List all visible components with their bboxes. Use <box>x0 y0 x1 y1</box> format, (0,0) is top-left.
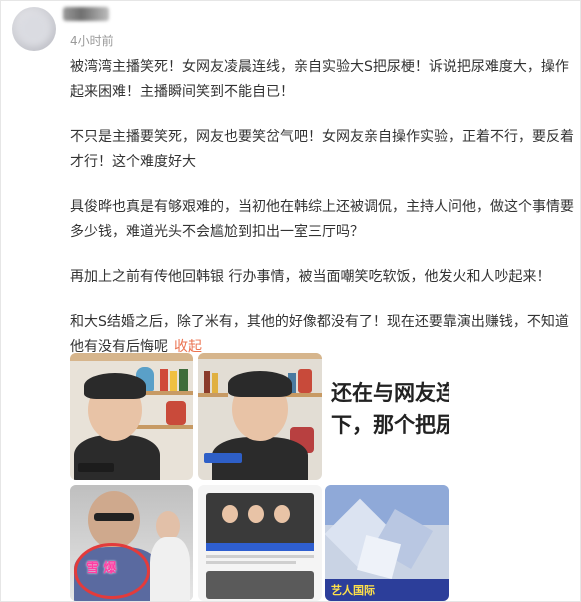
person-head <box>274 505 290 523</box>
shelf <box>198 393 228 397</box>
post-paragraph-1: 被湾湾主播笑死！女网友凌晨连线，亲自实验大S把尿梗！诉说把尿难度大，操作起来困难… <box>70 59 569 100</box>
shelf <box>130 425 193 429</box>
person-head <box>248 505 264 523</box>
subtitle-line-1: 还在与网友连线 <box>331 381 449 405</box>
crystal-shape <box>356 534 402 580</box>
person-hair <box>84 373 146 399</box>
inset-screenshot-2 <box>206 571 314 599</box>
person-2-body <box>150 537 190 601</box>
book <box>212 373 218 393</box>
post-body: 被湾湾主播笑死！女网友凌晨连线，亲自实验大S把尿梗！诉说把尿难度大，操作起来困难… <box>70 55 577 380</box>
username-redacted[interactable] <box>63 7 109 21</box>
video-caption <box>78 463 114 472</box>
post-paragraph-5-text: 和大S结婚之后，除了米有，其他的好像都没有了！现在还要靠演出赚钱，不知道他有没有… <box>70 314 569 355</box>
figure <box>298 369 312 393</box>
post-paragraph-4: 再加上之前有传他回韩银 行办事情，被当面嘲笑吃软饭，他发火和人吵起来！ <box>70 269 551 285</box>
post-image-6[interactable]: 艺人国际 <box>325 485 449 601</box>
shelf <box>198 353 322 359</box>
post-image-1[interactable] <box>70 353 193 480</box>
post-image-5[interactable] <box>198 485 322 601</box>
footer-banner-text: 艺人国际 <box>331 584 375 597</box>
weibo-post-card: 4小时前 被湾湾主播笑死！女网友凌晨连线，亲自实验大S把尿梗！诉说把尿难度大，操… <box>0 0 581 602</box>
book <box>160 369 168 391</box>
subtitle-bar <box>206 543 314 551</box>
live-badge <box>204 453 242 463</box>
post-image-4[interactable]: 雪 爆 <box>70 485 193 601</box>
post-image-2[interactable] <box>198 353 322 480</box>
book <box>170 371 177 391</box>
post-paragraph-2: 不只是主播要笑死，网友也要笑岔气吧！女网友亲自操作实验，正着不行，要反着才行！这… <box>70 129 574 170</box>
figure <box>166 401 186 425</box>
avatar-blur <box>18 13 50 45</box>
subtitle-line-2: 下，那个把尿， <box>331 413 449 437</box>
person-body <box>74 435 160 480</box>
user-avatar[interactable] <box>12 7 56 51</box>
post-paragraph-3: 具俊晔也真是有够艰难的，当初他在韩综上还被调侃，主持人问他，做这个事情要多少钱，… <box>70 199 574 240</box>
glasses <box>94 513 134 521</box>
person-hair <box>228 371 292 397</box>
caption-line <box>206 561 296 564</box>
post-time: 4小时前 <box>70 34 114 48</box>
pink-subtitle: 雪 爆 <box>86 561 117 576</box>
post-image-3[interactable]: 还在与网友连线 下，那个把尿， <box>325 353 449 480</box>
shelf <box>70 353 193 361</box>
book <box>179 369 188 391</box>
person-head <box>222 505 238 523</box>
book <box>204 371 210 393</box>
caption-line <box>206 555 314 558</box>
